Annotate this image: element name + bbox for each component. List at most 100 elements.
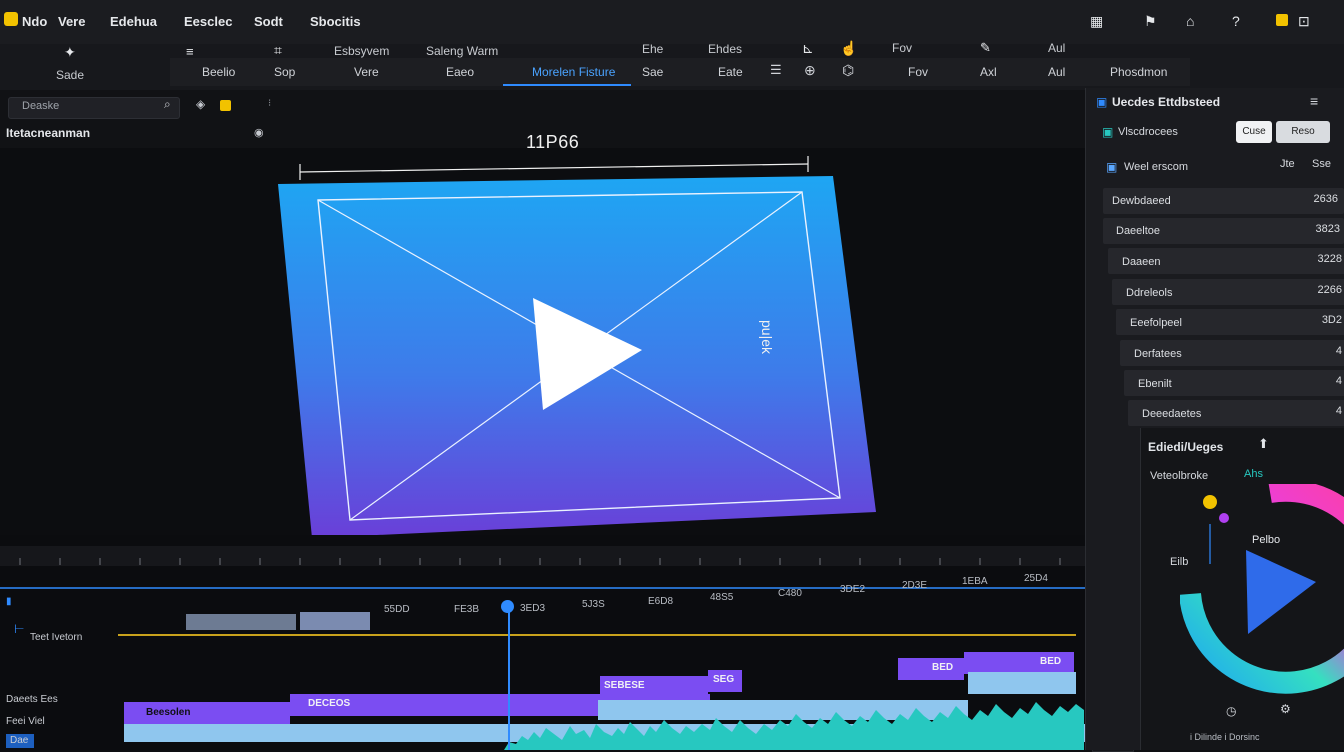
inspector-subtitle-1: Vlscdrocees — [1118, 126, 1178, 138]
timecode: 1EBA — [962, 576, 988, 587]
wheel-label: Pelbo — [1252, 534, 1281, 546]
clip-label: BED — [1040, 656, 1062, 667]
menu-item-2[interactable]: Edehua — [110, 14, 157, 29]
track-label-4: Dae — [10, 735, 29, 746]
tab-6[interactable]: Sae — [642, 65, 663, 79]
timeline-clip[interactable] — [186, 614, 296, 630]
property-label: Derfatees — [1134, 348, 1182, 360]
toolbar-label-3[interactable]: Ehe — [642, 42, 663, 56]
swatch-purple — [1219, 513, 1229, 523]
help-icon[interactable]: ? — [1232, 13, 1240, 29]
menu-item-app[interactable]: Ndo — [22, 14, 47, 29]
tab-9[interactable]: Axl — [980, 65, 997, 79]
property-value[interactable]: 2266 — [1302, 284, 1342, 296]
select-tool-icon[interactable]: ⊾ — [802, 40, 814, 57]
tab-2[interactable]: Sop — [274, 65, 295, 79]
flag-icon[interactable]: ⚑ — [1144, 13, 1157, 30]
label-color-icon[interactable] — [220, 100, 231, 111]
inspector-small-val-1: Jte — [1280, 158, 1295, 170]
property-value[interactable]: 3D2 — [1302, 314, 1342, 326]
color-wheel[interactable] — [1180, 484, 1344, 694]
notification-icon[interactable] — [1276, 14, 1288, 26]
inspector-icon: ▣ — [1096, 95, 1108, 109]
app-logo-icon[interactable] — [4, 12, 18, 26]
property-value[interactable]: 4 — [1302, 345, 1342, 357]
upload-icon[interactable]: ⬆ — [1258, 436, 1269, 452]
track-label-2: Daeets Ees — [6, 694, 58, 705]
more-icon[interactable]: ⁝ — [268, 98, 271, 109]
color-footer: i Dilinde i Dorsinc — [1190, 732, 1260, 742]
width-label: 11P66 — [526, 132, 580, 152]
property-value[interactable]: 3823 — [1300, 223, 1340, 235]
property-label: Daaeen — [1122, 256, 1161, 268]
clock-icon[interactable]: ◷ — [1226, 704, 1236, 718]
playhead[interactable] — [508, 607, 510, 750]
property-label: Dewbdaeed — [1112, 195, 1171, 207]
home-icon[interactable]: ⌂ — [1186, 13, 1194, 29]
hand-tool-icon[interactable]: ☝ — [840, 40, 857, 57]
color-panel-sub-right: Ahs — [1244, 468, 1263, 480]
property-value[interactable]: 2636 — [1298, 193, 1338, 205]
sequence-title: Itetacneanman — [6, 126, 91, 140]
tab-1[interactable]: Beelio — [202, 65, 235, 79]
property-label: Daeeltoe — [1116, 225, 1161, 237]
grid-icon[interactable]: ▦ — [1090, 13, 1103, 30]
settings-gear-icon[interactable]: ⚙ — [1280, 702, 1291, 716]
timeline-clip[interactable] — [300, 612, 370, 630]
viewer-canvas — [278, 156, 876, 538]
swatch-yellow — [1203, 495, 1217, 509]
search-placeholder: Deaske — [22, 100, 60, 112]
menu-item-4[interactable]: Sodt — [254, 14, 283, 29]
toolbar-label-5[interactable]: Fov — [892, 41, 912, 55]
tab-bar — [170, 58, 1190, 86]
inspector-button-b[interactable]: Reso — [1276, 121, 1330, 143]
color-play-icon — [1246, 550, 1316, 634]
hamburger-icon[interactable]: ≡ — [1310, 93, 1318, 109]
tab-7[interactable]: Eate — [718, 65, 743, 79]
pen-tool-icon[interactable]: ✎ — [980, 40, 991, 56]
tab-10[interactable]: Aul — [1048, 65, 1065, 79]
toolbar-label-2[interactable]: Saleng Warm — [426, 44, 498, 58]
property-value[interactable]: 4 — [1302, 405, 1342, 417]
crop-icon[interactable]: ⌗ — [274, 42, 282, 59]
property-label: Ddreleols — [1126, 287, 1173, 299]
track-label-3: Feei Viel — [6, 716, 45, 727]
timecode: 5J3S — [582, 599, 605, 610]
toolbar-label-6[interactable]: Aul — [1048, 41, 1065, 55]
inspector-small-val-2: Sse — [1312, 158, 1331, 170]
tab-11[interactable]: Phosdmon — [1110, 65, 1167, 79]
menu-item-5[interactable]: Sbocitis — [310, 14, 361, 29]
timeline-clip-purple[interactable] — [898, 658, 964, 680]
tab-4[interactable]: Eaeo — [446, 65, 474, 79]
pointer-icon[interactable]: ✦ — [64, 44, 76, 61]
track-lock-icon[interactable]: ▮ — [6, 596, 12, 607]
tab-3[interactable]: Vere — [354, 65, 379, 79]
playhead-handle[interactable] — [501, 600, 514, 613]
mask-icon[interactable]: ⌬ — [842, 62, 854, 79]
search-icon[interactable]: ⌕ — [164, 97, 171, 112]
width-dimension-line — [299, 163, 809, 173]
inspector-button-a[interactable]: Cuse — [1236, 121, 1272, 143]
settings-icon[interactable]: ◉ — [254, 126, 264, 139]
user-icon[interactable]: ⊡ — [1298, 13, 1310, 30]
audio-waveform — [504, 702, 1084, 750]
timecode: C480 — [778, 588, 802, 599]
tab-active[interactable]: Morelen Fisture — [532, 65, 615, 79]
property-label: Eeefolpeel — [1130, 317, 1182, 329]
property-label: Ebenilt — [1138, 378, 1172, 390]
list-icon[interactable]: ☰ — [770, 62, 782, 78]
menu-lines-icon[interactable]: ≡ — [186, 44, 194, 59]
target-icon[interactable]: ⊕ — [804, 62, 816, 79]
toolbar-label-sade[interactable]: Sade — [56, 68, 84, 82]
toolbar-label-1[interactable]: Esbsyvem — [334, 44, 389, 58]
timecode: 48S5 — [710, 592, 734, 603]
toolbar-label-4[interactable]: Ehdes — [708, 42, 742, 56]
tab-8[interactable]: Fov — [908, 65, 928, 79]
menu-item-1[interactable]: Vere — [58, 14, 85, 29]
track-target-icon[interactable]: ⊢ — [14, 622, 24, 636]
menu-item-3[interactable]: Eesclec — [184, 14, 232, 29]
property-value[interactable]: 4 — [1302, 375, 1342, 387]
property-value[interactable]: 3228 — [1302, 253, 1342, 265]
tag-icon[interactable]: ◈ — [196, 97, 205, 111]
checkbox-icon[interactable]: ▣ — [1106, 160, 1117, 174]
